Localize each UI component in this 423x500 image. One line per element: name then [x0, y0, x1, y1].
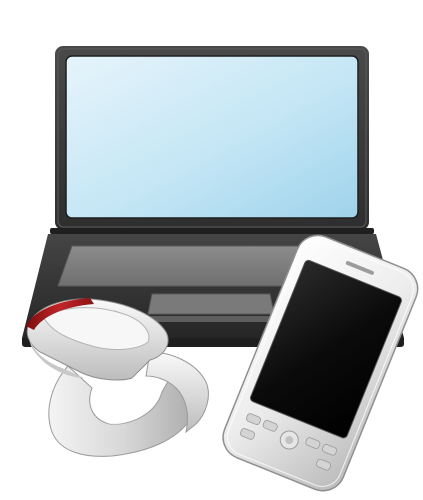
devices-illustration — [22, 46, 419, 492]
laptop-hinge — [50, 228, 374, 234]
laptop-touchpad — [147, 293, 275, 315]
illustration-scene — [0, 0, 423, 500]
laptop-screen — [65, 55, 359, 219]
